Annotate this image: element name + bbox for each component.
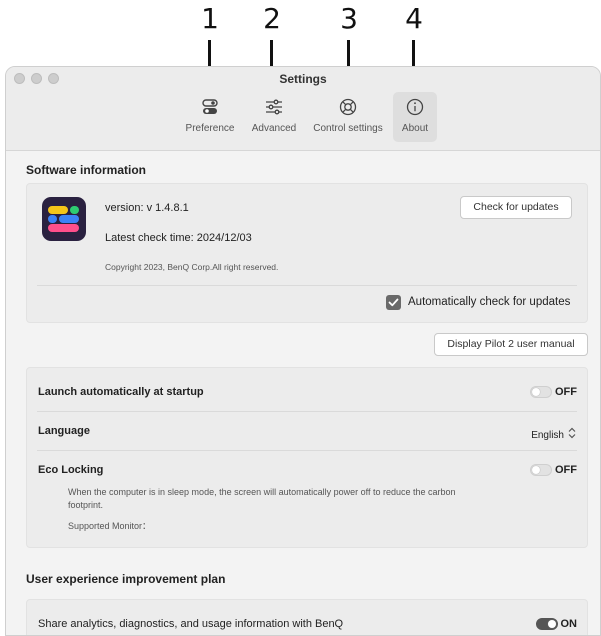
window-title: Settings [279,72,327,86]
eco-description-line-2: footprint. [68,500,104,510]
about-content: Software information version: v 1.4.8.1 … [6,152,600,635]
launch-toggle-state: OFF [555,386,577,398]
share-analytics-toggle[interactable]: ON [535,618,578,630]
eco-locking-toggle[interactable]: OFF [530,464,577,476]
eco-toggle-state: OFF [555,464,577,476]
language-value: English [531,429,564,441]
copyright-text: Copyright 2023, BenQ Corp.All right rese… [105,262,279,272]
info-icon [393,92,437,118]
share-analytics-label: Share analytics, diagnostics, and usage … [38,618,344,630]
tab-about-label: About [401,123,429,134]
launch-at-startup-label: Launch automatically at startup [38,386,204,398]
share-toggle-state: ON [560,618,578,630]
language-label: Language [38,425,90,437]
settings-toolbar: Preference Advanced Control settings Abo… [6,91,600,151]
supported-monitor-label: Supported Monitor： [68,521,152,531]
auto-check-checkbox[interactable] [386,295,401,310]
tab-control-settings[interactable]: Control settings [310,92,386,142]
callout-number-1: 1 [201,2,219,35]
chevron-updown-icon [567,426,577,444]
checkmark-icon [388,298,399,307]
sliders-icon [247,92,301,118]
ux-plan-title: User experience improvement plan [26,572,226,586]
tab-advanced-label: Advanced [251,123,297,134]
row-divider [37,450,577,451]
launch-toggle-switch[interactable] [530,386,552,398]
toggle-icon [182,92,238,118]
tab-control-settings-label: Control settings [313,123,383,134]
latest-check-time: Latest check time: 2024/12/03 [105,232,252,244]
share-toggle-switch[interactable] [535,618,558,630]
callout-number-4: 4 [405,2,423,35]
tab-about[interactable]: About [393,92,437,142]
settings-window: Settings Preference Advanced Control set… [5,66,601,636]
software-info-panel: version: v 1.4.8.1 Latest check time: 20… [26,183,588,323]
eco-toggle-switch[interactable] [530,464,552,476]
tab-preference-label: Preference [185,123,235,134]
callout-number-3: 3 [340,2,358,35]
ux-plan-panel: Share analytics, diagnostics, and usage … [26,599,588,635]
row-divider [37,411,577,412]
eco-description-line-1: When the computer is in sleep mode, the … [68,487,456,497]
lifebuoy-icon [310,92,386,118]
tab-preference[interactable]: Preference [182,92,238,142]
callout-number-2: 2 [263,2,281,35]
language-select[interactable]: English [531,426,577,444]
version-text: version: v 1.4.8.1 [105,202,189,214]
auto-check-label: Automatically check for updates [408,296,571,308]
check-updates-button[interactable]: Check for updates [460,196,572,219]
launch-at-startup-toggle[interactable]: OFF [530,386,577,398]
user-manual-button[interactable]: Display Pilot 2 user manual [434,333,588,356]
software-info-title: Software information [26,163,147,177]
panel-divider [37,285,577,286]
display-pilot-app-icon [42,197,86,241]
tab-advanced[interactable]: Advanced [247,92,301,142]
general-settings-panel: Launch automatically at startup OFF Lang… [26,367,588,548]
title-bar: Settings [6,67,600,91]
eco-locking-label: Eco Locking [38,464,104,476]
